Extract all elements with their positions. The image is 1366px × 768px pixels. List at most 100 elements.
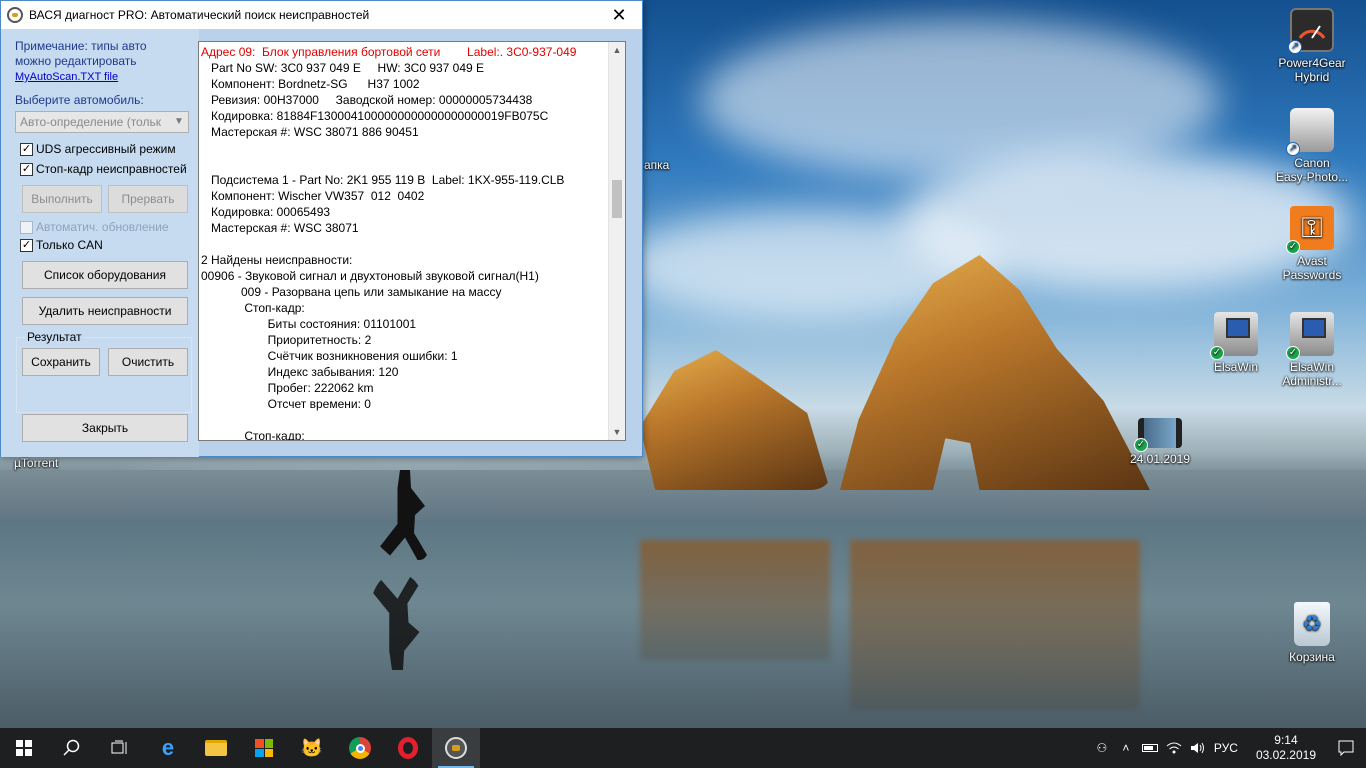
edge-icon: e: [161, 735, 175, 760]
rock-reflection: [640, 540, 830, 660]
clear-button[interactable]: Очистить: [108, 348, 188, 376]
car-select-dropdown[interactable]: Авто-определение (тольк ▼: [15, 111, 189, 133]
log-line: Компонент: Wischer VW357 012 0402: [201, 189, 425, 203]
desktop-icon-label: Canon: [1294, 156, 1330, 170]
volume-icon[interactable]: [1186, 728, 1210, 768]
window-close-button[interactable]: ✕: [596, 1, 642, 29]
checkbox-label: Только CAN: [36, 238, 103, 252]
desktop-icon-elsawin-admin[interactable]: ✓ ElsaWin Administr...: [1272, 312, 1352, 388]
log-line: Отсчет времени: 0: [201, 397, 371, 411]
save-button[interactable]: Сохранить: [22, 348, 100, 376]
taskbar-app-cat[interactable]: 🐱: [288, 728, 336, 768]
log-line: Стоп-кадр:: [201, 429, 305, 441]
synced-check-icon: ✓: [1134, 438, 1148, 452]
checkbox-label: Стоп-кадр неисправностей: [36, 162, 187, 176]
taskbar-explorer[interactable]: [192, 728, 240, 768]
vasya-app-icon: [445, 737, 467, 759]
chevron-down-icon[interactable]: ▼: [609, 424, 625, 440]
check-icon: ✓: [20, 238, 33, 252]
video-file-icon: ✓: [1134, 418, 1182, 452]
desktop-icon-label: Passwords: [1282, 268, 1342, 282]
start-button[interactable]: [0, 728, 48, 768]
chevron-up-icon[interactable]: ▲: [609, 42, 625, 58]
run-button[interactable]: Выполнить: [22, 185, 102, 213]
log-line: Счётчик возникновения ошибки: 1: [201, 349, 458, 363]
result-group-title: Результат: [25, 330, 84, 344]
log-line: Стоп-кадр:: [201, 301, 305, 315]
check-icon: ✓: [20, 142, 33, 156]
desktop-icon-power4gear[interactable]: ↗ Power4Gear Hybrid: [1272, 8, 1352, 84]
log-line: Кодировка: 00065493: [201, 205, 331, 219]
desktop-icon-label: Power4Gear: [1278, 56, 1346, 70]
desktop-icon-elsawin[interactable]: ✓ ElsaWin: [1196, 312, 1276, 374]
log-line: 2 Найдены неисправности:: [201, 253, 353, 267]
notification-icon: [1338, 740, 1354, 756]
chevron-up-icon[interactable]: ˄: [1114, 728, 1138, 768]
log-line: Пробег: 222062 km: [201, 381, 374, 395]
input-language-indicator[interactable]: РУС: [1214, 741, 1238, 755]
wifi-icon[interactable]: [1162, 728, 1186, 768]
log-line: 009 - Разорвана цепь или замыкание на ма…: [201, 285, 502, 299]
cat-app-icon: 🐱: [300, 737, 324, 758]
log-line: Приоритетность: 2: [201, 333, 372, 347]
desktop-icon-label: Administr...: [1282, 374, 1342, 388]
log-line: ​: [201, 236, 609, 252]
log-line: Биты состояния: 01101001: [201, 317, 417, 331]
battery-icon[interactable]: [1138, 728, 1162, 768]
autoscan-file-link[interactable]: MyAutoScan.TXT file: [15, 71, 118, 83]
taskbar-store[interactable]: [240, 728, 288, 768]
window-titlebar[interactable]: ВАСЯ диагност PRO: Автоматический поиск …: [1, 1, 642, 29]
action-center-button[interactable]: [1326, 728, 1366, 768]
small-rock: [640, 350, 830, 490]
equipment-list-button[interactable]: Список оборудования: [22, 261, 188, 289]
can-only-checkbox[interactable]: ✓ Только CAN: [20, 238, 103, 252]
desktop-partial-label: апка: [644, 158, 670, 172]
synced-check-icon: ✓: [1286, 346, 1300, 360]
log-scrollbar[interactable]: ▲ ▼: [608, 42, 625, 440]
note-line: Примечание: типы авто: [15, 39, 147, 53]
taskbar-opera[interactable]: [384, 728, 432, 768]
desktop-icon-label: Avast: [1297, 254, 1327, 268]
search-button[interactable]: [48, 728, 96, 768]
taskbar-clock[interactable]: 9:14 03.02.2019: [1256, 733, 1316, 763]
log-line: ​: [201, 140, 609, 156]
desktop-icon-label: Корзина: [1289, 650, 1335, 664]
log-line: Мастерская #: WSC 38071: [201, 221, 359, 235]
car-select-value: Авто-определение (тольк: [20, 115, 161, 129]
delete-faults-button[interactable]: Удалить неисправности: [22, 297, 188, 325]
taskbar-vasya-diag[interactable]: [432, 728, 480, 768]
desktop-icon-label: ElsaWin: [1289, 360, 1334, 374]
taskbar-edge[interactable]: e: [144, 728, 192, 768]
desktop-icon-canon[interactable]: ↗ Canon Easy-Photo...: [1272, 108, 1352, 184]
freeze-frame-checkbox[interactable]: ✓ Стоп-кадр неисправностей: [20, 162, 187, 176]
desktop-partial-label: µTorrent: [14, 456, 59, 470]
log-line: 00906 - Звуковой сигнал и двухтоновый зв…: [201, 269, 539, 283]
task-view-button[interactable]: [96, 728, 144, 768]
taskbar-chrome[interactable]: [336, 728, 384, 768]
desktop-icon-video-folder[interactable]: ✓ 24.01.2019: [1120, 418, 1200, 466]
gauge-icon: ↗: [1288, 8, 1334, 54]
clock-time: 9:14: [1274, 733, 1298, 747]
select-car-label: Выберите автомобиль:: [15, 93, 144, 107]
close-button[interactable]: Закрыть: [22, 414, 188, 442]
app-icon: [7, 7, 23, 23]
key-icon: ⚿ ✓: [1286, 206, 1334, 254]
uds-aggressive-checkbox[interactable]: ✓ UDS агрессивный режим: [20, 142, 176, 156]
synced-check-icon: ✓: [1286, 240, 1300, 254]
log-line: Адрес 09: Блок управления бортовой сети …: [201, 45, 577, 59]
desktop-icon-recycle-bin[interactable]: ♻ Корзина: [1272, 602, 1352, 664]
opera-icon: [398, 737, 418, 759]
scan-result-log[interactable]: Адрес 09: Блок управления бортовой сети …: [198, 41, 626, 441]
task-view-icon: [111, 740, 127, 754]
abort-button[interactable]: Прервать: [108, 185, 188, 213]
desktop-icon-avast-passwords[interactable]: ⚿ ✓ Avast Passwords: [1272, 206, 1352, 282]
people-icon[interactable]: ⚇: [1090, 728, 1114, 768]
chevron-down-icon: ▼: [174, 116, 184, 127]
folder-icon: [205, 740, 227, 756]
note-line: можно редактировать: [15, 54, 137, 68]
vasya-diag-window: ВАСЯ диагност PRO: Автоматический поиск …: [0, 0, 643, 457]
checkbox-label: Автоматич. обновление: [36, 220, 169, 234]
auto-update-checkbox[interactable]: Автоматич. обновление: [20, 220, 169, 234]
scrollbar-thumb[interactable]: [612, 180, 622, 218]
control-panel: Примечание: типы авто можно редактироват…: [1, 29, 199, 457]
